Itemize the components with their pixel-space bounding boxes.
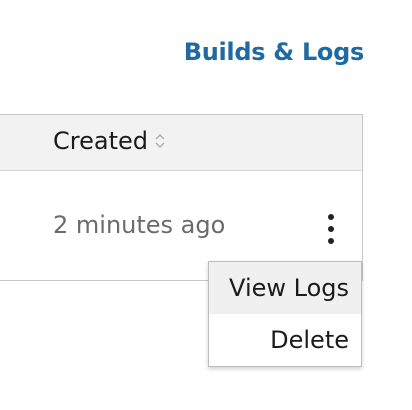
sort-icon[interactable]	[154, 131, 166, 151]
table-header-row: Created	[0, 115, 362, 171]
menu-item-delete[interactable]: Delete	[209, 314, 361, 366]
created-cell: 2 minutes ago	[53, 211, 226, 239]
kebab-menu-icon[interactable]	[320, 214, 342, 244]
builds-and-logs-link[interactable]: Builds & Logs	[184, 38, 365, 66]
column-header-created[interactable]: Created	[53, 127, 166, 155]
row-actions-menu: View Logs Delete	[208, 261, 362, 367]
menu-item-view-logs[interactable]: View Logs	[209, 262, 361, 314]
builds-table: Created 2 minutes ago	[0, 114, 363, 281]
column-header-created-label: Created	[53, 127, 148, 155]
